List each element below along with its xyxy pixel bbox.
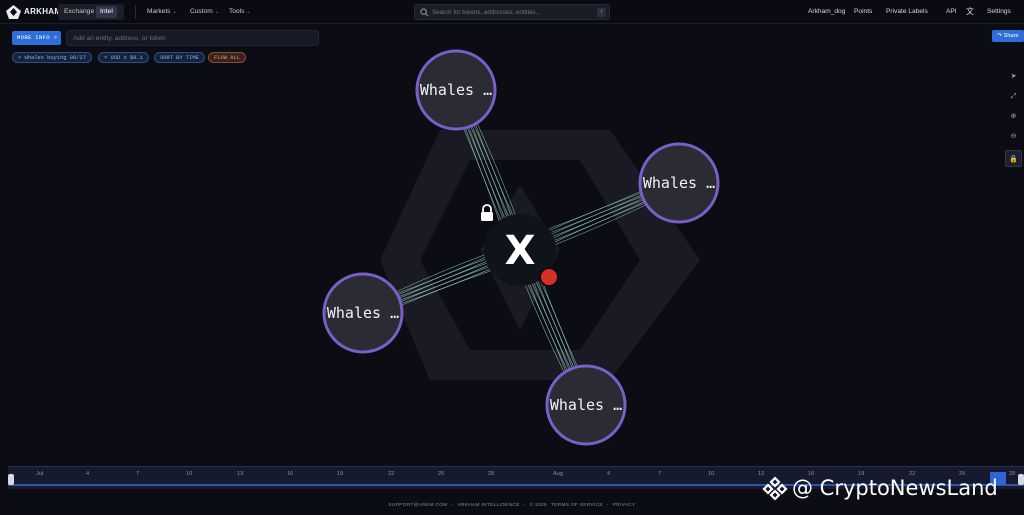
timeline-start-handle[interactable] (8, 474, 14, 485)
entity-node[interactable]: Whales … (545, 364, 627, 446)
filter-chip-label: FLOW ALL (214, 55, 240, 61)
nav-custom[interactable]: Custom ⌄ (190, 8, 219, 15)
nav-markets-label: Markets (147, 8, 171, 15)
diamond-logo-icon (762, 476, 788, 500)
timeline-end-handle[interactable] (1018, 474, 1024, 485)
nav-markets[interactable]: Markets ⌄ (147, 8, 177, 15)
entity-node-label: Whales … (420, 81, 492, 99)
timeline-tick-label: 4 (86, 471, 90, 477)
lock-icon[interactable]: 🔒 (1005, 150, 1022, 167)
footer-terms[interactable]: TERMS OF SERVICE (551, 503, 603, 508)
share-button-label: Share (1003, 33, 1019, 39)
filter-chip-flow[interactable]: FLOW ALL (208, 52, 246, 63)
timeline-tick-label: 19 (337, 471, 344, 477)
timeline-tick-label: 7 (658, 471, 662, 477)
footer-company: ARKHAM INTELLIGENCE (457, 503, 520, 508)
tab-intel[interactable]: Intel (96, 6, 117, 18)
filter-chip-label: SORT BY TIME (160, 55, 199, 61)
filter-chip-label: Whales buying 08/27 (24, 55, 86, 61)
add-entity-input[interactable] (66, 30, 319, 46)
timeline-tick-label: 13 (237, 471, 244, 477)
timeline-tick-label: 10 (708, 471, 715, 477)
timeline-tick-label: 22 (388, 471, 395, 477)
watermark-text: @ CryptoNewsLand (792, 476, 998, 500)
graph-canvas[interactable]: X Whales … Whales … Whales … Whales … (0, 0, 1024, 515)
entity-node[interactable]: Whales … (638, 142, 720, 224)
nav-divider (135, 5, 136, 19)
x-token-icon: X (505, 228, 536, 274)
entity-node[interactable]: Whales … (415, 49, 497, 131)
mode-switch: Exchange Intel (58, 4, 124, 20)
filter-chip-whales[interactable]: × Whales buying 08/27 (12, 52, 92, 63)
chevron-down-icon: ⌄ (214, 9, 219, 15)
search-icon (420, 8, 429, 17)
chevron-down-icon: ⌄ (172, 9, 177, 15)
tab-exchange[interactable]: Exchange (60, 6, 98, 18)
top-navigation-bar: ARKHAM Exchange Intel Markets ⌄ Custom ⌄ T… (0, 0, 1024, 24)
more-info-button[interactable]: MORE INFO > (12, 31, 61, 45)
arkham-logo-icon[interactable] (6, 5, 21, 19)
timeline-tick-label: 25 (438, 471, 445, 477)
nav-custom-label: Custom (190, 8, 213, 15)
timeline-tick-label: 4 (607, 471, 611, 477)
timeline-tick-label: Aug (553, 471, 563, 477)
entity-node[interactable]: Whales … (322, 272, 404, 354)
brand-name[interactable]: ARKHAM (24, 7, 61, 16)
source-watermark: @ CryptoNewsLand (762, 476, 998, 500)
zoom-out-icon[interactable]: ⊖ (1005, 128, 1022, 145)
footer-separator: - (606, 503, 609, 508)
chevron-down-icon: ⌄ (246, 9, 251, 15)
search-input[interactable] (432, 6, 592, 18)
filter-chip-label: USD ≥ $0.1 (110, 55, 143, 61)
entity-node-label: Whales … (550, 396, 622, 414)
footer-separator: - (451, 503, 454, 508)
filter-chip-usd[interactable]: × USD ≥ $0.1 (98, 52, 149, 63)
language-icon[interactable]: 文 (966, 6, 976, 17)
private-labels-link[interactable]: Private Labels (886, 8, 928, 15)
filter-chip-sort[interactable]: SORT BY TIME (154, 52, 205, 63)
search-shortcut-key: / (597, 8, 606, 17)
footer-copyright: © 2025 (529, 503, 547, 508)
timeline-tick-label: 7 (136, 471, 140, 477)
footer: SUPPORT@ARKM.COM - ARKHAM INTELLIGENCE - © 2… (0, 503, 1024, 508)
timeline-tick-label: Jul (36, 471, 44, 477)
footer-separator: - (523, 503, 526, 508)
entity-node-label: Whales … (643, 174, 715, 192)
status-dot (539, 267, 559, 287)
zoom-in-icon[interactable]: ⊕ (1005, 108, 1022, 125)
fit-icon[interactable]: ⤢ (1005, 88, 1022, 105)
user-profile-link[interactable]: Arkham_dog (808, 8, 845, 15)
graph-toolbar: ➤ ⤢ ⊕ ⊖ 🔒 (1005, 68, 1022, 168)
timeline-tick-label: 28 (1009, 471, 1016, 477)
timeline-tick-label: 16 (287, 471, 294, 477)
settings-link[interactable]: Settings (987, 8, 1011, 15)
api-link[interactable]: API (946, 8, 957, 15)
share-button[interactable]: ↷ Share (992, 30, 1024, 42)
global-search: / (414, 4, 610, 20)
footer-email[interactable]: SUPPORT@ARKM.COM (388, 503, 447, 508)
timeline-tick-label: 28 (488, 471, 495, 477)
nav-tools[interactable]: Tools ⌄ (229, 8, 251, 15)
nav-tools-label: Tools (229, 8, 245, 15)
footer-privacy[interactable]: PRIVACY (613, 503, 636, 508)
entity-node-label: Whales … (327, 304, 399, 322)
points-link[interactable]: Points (854, 8, 872, 15)
timeline-tick-label: 10 (186, 471, 193, 477)
cursor-icon[interactable]: ➤ (1005, 68, 1022, 85)
